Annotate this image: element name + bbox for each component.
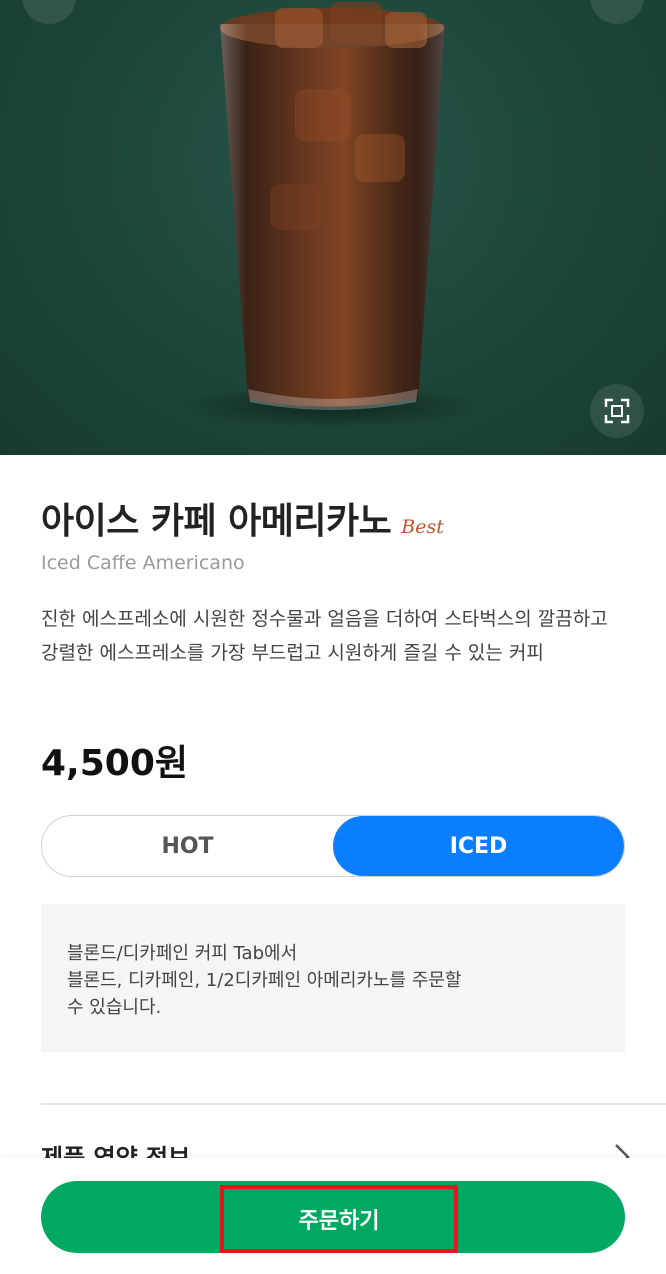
product-name: 아이스 카페 아메리카노 [41, 501, 392, 542]
notice-line: 수 있습니다. [67, 997, 162, 1018]
product-price: 4,500원 [41, 743, 188, 784]
product-title-row: 아이스 카페 아메리카노 Best [41, 492, 444, 544]
share-button[interactable] [590, 0, 644, 24]
section-divider [41, 1103, 666, 1105]
iced-americano-cup-image [180, 2, 470, 428]
best-badge: Best [401, 516, 444, 538]
product-detail-page: 아이스 카페 아메리카노 Best Iced Caffe Americano 진… [0, 0, 666, 1274]
back-button[interactable] [22, 0, 76, 24]
notice-line: 블론드/디카페인 커피 Tab에서 [67, 943, 298, 964]
order-notice: 블론드/디카페인 커피 Tab에서 블론드, 디카페인, 1/2디카페인 아메리… [41, 904, 625, 1052]
expand-icon [604, 398, 630, 424]
product-english-name: Iced Caffe Americano [41, 552, 245, 574]
hot-option[interactable]: HOT [42, 816, 333, 876]
order-button-label[interactable]: 주문하기 [220, 1185, 458, 1253]
temperature-toggle: HOT ICED [41, 815, 625, 877]
expand-image-button[interactable] [590, 384, 644, 438]
notice-line: 블론드, 디카페인, 1/2디카페인 아메리카노를 주문할 [67, 970, 462, 991]
product-hero-image [0, 0, 666, 455]
product-description: 진한 에스프레소에 시원한 정수물과 얼음을 더하여 스타벅스의 깔끔하고 강렬… [41, 608, 608, 664]
iced-option[interactable]: ICED [333, 816, 624, 876]
